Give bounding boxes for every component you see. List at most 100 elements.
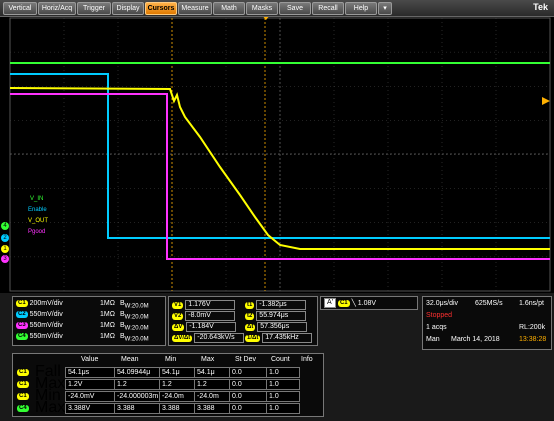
row-count: 1.0 xyxy=(266,391,300,402)
ch4-marker-icon[interactable]: 4 xyxy=(1,222,9,230)
dv-value: -1.184V xyxy=(186,322,237,332)
row-value: 54.1μs xyxy=(65,367,115,378)
dt-value: 57.356μs xyxy=(257,322,308,332)
trigger-level: 1.08V xyxy=(357,299,377,307)
falling-edge-icon: ╲ xyxy=(351,299,356,307)
menu-vertical[interactable]: Vertical xyxy=(3,2,37,15)
row-stdev: 0.0 xyxy=(229,379,267,390)
date: March 14, 2018 xyxy=(451,336,500,343)
t1-badge: t1 xyxy=(245,301,255,309)
row-channel-badge: C1 xyxy=(17,393,29,400)
row-max: 1.2 xyxy=(194,379,230,390)
ch3-settings[interactable]: C3 550mV/div 1MΩ BW:20.0M xyxy=(16,321,149,331)
row-measure-name: Max xyxy=(35,399,66,416)
v1-value: 1.176V xyxy=(185,300,236,310)
row-value: -24.0mV xyxy=(65,391,115,402)
trigger-source: A' xyxy=(324,298,337,308)
trace-label-vout: V_OUT xyxy=(28,218,49,224)
graticule xyxy=(9,17,551,292)
ch1-marker-icon[interactable]: 1 xyxy=(1,245,9,253)
row-max: -24.0m xyxy=(194,391,230,402)
row-max: 54.1μ xyxy=(194,367,230,378)
channel-settings-box[interactable]: C1 200mV/div 1MΩ BW:20.0M C2 550mV/div 1… xyxy=(12,296,166,346)
row-min: 54.1μ xyxy=(159,367,195,378)
acq-count: 1 acqs xyxy=(426,324,447,331)
menu-cursors[interactable]: Cursors xyxy=(145,2,177,15)
menu-math[interactable]: Math xyxy=(213,2,245,15)
t2-badge: t2 xyxy=(245,312,255,320)
row-count: 1.0 xyxy=(266,403,300,414)
row-min: 3.388 xyxy=(159,403,195,414)
t2-value: 55.974μs xyxy=(256,311,307,321)
menu-help[interactable]: Help xyxy=(345,2,377,15)
ch2-marker-icon[interactable]: 2 xyxy=(1,234,9,242)
row-mean: 1.2 xyxy=(114,379,160,390)
menu-dropdown-icon[interactable]: ▾ xyxy=(378,2,392,15)
mode: Man xyxy=(426,336,440,343)
row-min: -24.0m xyxy=(159,391,195,402)
row-stdev: 0.0 xyxy=(229,391,267,402)
dv-badge: ΔV xyxy=(172,323,185,331)
t1-value: -1.382μs xyxy=(256,300,307,310)
row-channel-badge: C1 xyxy=(17,369,29,376)
resolution: 1.6ns/pt xyxy=(519,300,544,307)
measurement-table[interactable]: Value Mean Min Max St Dev Count Info C1 … xyxy=(12,353,324,417)
cursor-readout-box[interactable]: V1 1.176V V2 -8.0mV ΔV -1.184V ΔV/Δt -20… xyxy=(168,296,318,346)
trigger-level-icon[interactable] xyxy=(542,97,550,105)
dt-badge: Δt xyxy=(245,323,256,331)
menu-recall[interactable]: Recall xyxy=(312,2,344,15)
acquisition-box[interactable]: 32.0μs/div 625MS/s 1.6ns/pt Stopped 1 ac… xyxy=(422,296,552,350)
v2-badge: V2 xyxy=(172,312,184,320)
header-min: Min xyxy=(165,356,177,363)
header-stdev: St Dev xyxy=(235,356,257,363)
row-count: 1.0 xyxy=(266,367,300,378)
row-min: 1.2 xyxy=(159,379,195,390)
trigger-channel: C1 xyxy=(337,299,350,307)
header-max: Max xyxy=(201,356,215,363)
row-mean: -24.000003m xyxy=(114,391,160,402)
menu-save[interactable]: Save xyxy=(279,2,311,15)
trace-label-enable: Enable xyxy=(28,207,47,213)
trace-label-vin: V_IN xyxy=(30,196,44,202)
readout-panel: C1 200mV/div 1MΩ BW:20.0M C2 550mV/div 1… xyxy=(0,293,554,421)
header-value: Value xyxy=(81,356,99,363)
trace-vout xyxy=(9,87,550,250)
row-channel-badge: C4 xyxy=(17,405,29,412)
menu-bar: Vertical Horiz/Acq Trigger Display Curso… xyxy=(0,0,554,17)
row-max: 3.388 xyxy=(194,403,230,414)
row-value: 1.2V xyxy=(65,379,115,390)
ch1-settings[interactable]: C1 200mV/div 1MΩ BW:20.0M xyxy=(16,299,149,309)
ch3-marker-icon[interactable]: 3 xyxy=(1,255,9,263)
ch2-settings[interactable]: C2 550mV/div 1MΩ BW:20.0M xyxy=(16,310,149,320)
dvdt-value: -20.643kV/s xyxy=(194,333,245,343)
row-mean: 3.388 xyxy=(114,403,160,414)
header-count: Count xyxy=(271,356,290,363)
inv-dt-badge: 1/Δt xyxy=(245,334,261,342)
row-mean: 54.09944μ xyxy=(114,367,160,378)
row-count: 1.0 xyxy=(266,379,300,390)
run-status: Stopped xyxy=(426,312,453,319)
row-stdev: 0.0 xyxy=(229,367,267,378)
header-info: Info xyxy=(301,356,313,363)
v1-badge: V1 xyxy=(172,301,184,309)
dvdt-badge: ΔV/Δt xyxy=(172,334,193,342)
menu-masks[interactable]: Masks xyxy=(246,2,278,15)
v2-value: -8.0mV xyxy=(185,311,236,321)
menu-measure[interactable]: Measure xyxy=(178,2,212,15)
sample-rate: 625MS/s xyxy=(475,300,503,307)
time: 13:38:28 xyxy=(519,336,547,343)
row-channel-badge: C1 xyxy=(17,381,29,388)
header-mean: Mean xyxy=(121,356,139,363)
inv-dt-value: 17.435kHz xyxy=(262,333,313,343)
row-value: 3.388V xyxy=(65,403,115,414)
menu-display[interactable]: Display xyxy=(112,2,144,15)
menu-horiz-acq[interactable]: Horiz/Acq xyxy=(38,2,76,15)
brand-logo: Tek xyxy=(533,2,548,12)
trigger-readout-box[interactable]: A' C1 ╲ 1.08V xyxy=(320,296,418,310)
trace-label-pgood: Pgood xyxy=(28,229,46,235)
menu-trigger[interactable]: Trigger xyxy=(77,2,111,15)
row-stdev: 0.0 xyxy=(229,403,267,414)
timebase: 32.0μs/div xyxy=(426,300,459,307)
ch4-settings[interactable]: C4 550mV/div 1MΩ BW:20.0M xyxy=(16,332,149,342)
waveform-display[interactable]: V_IN Enable V_OUT Pgood 4 2 1 3 xyxy=(0,17,554,293)
